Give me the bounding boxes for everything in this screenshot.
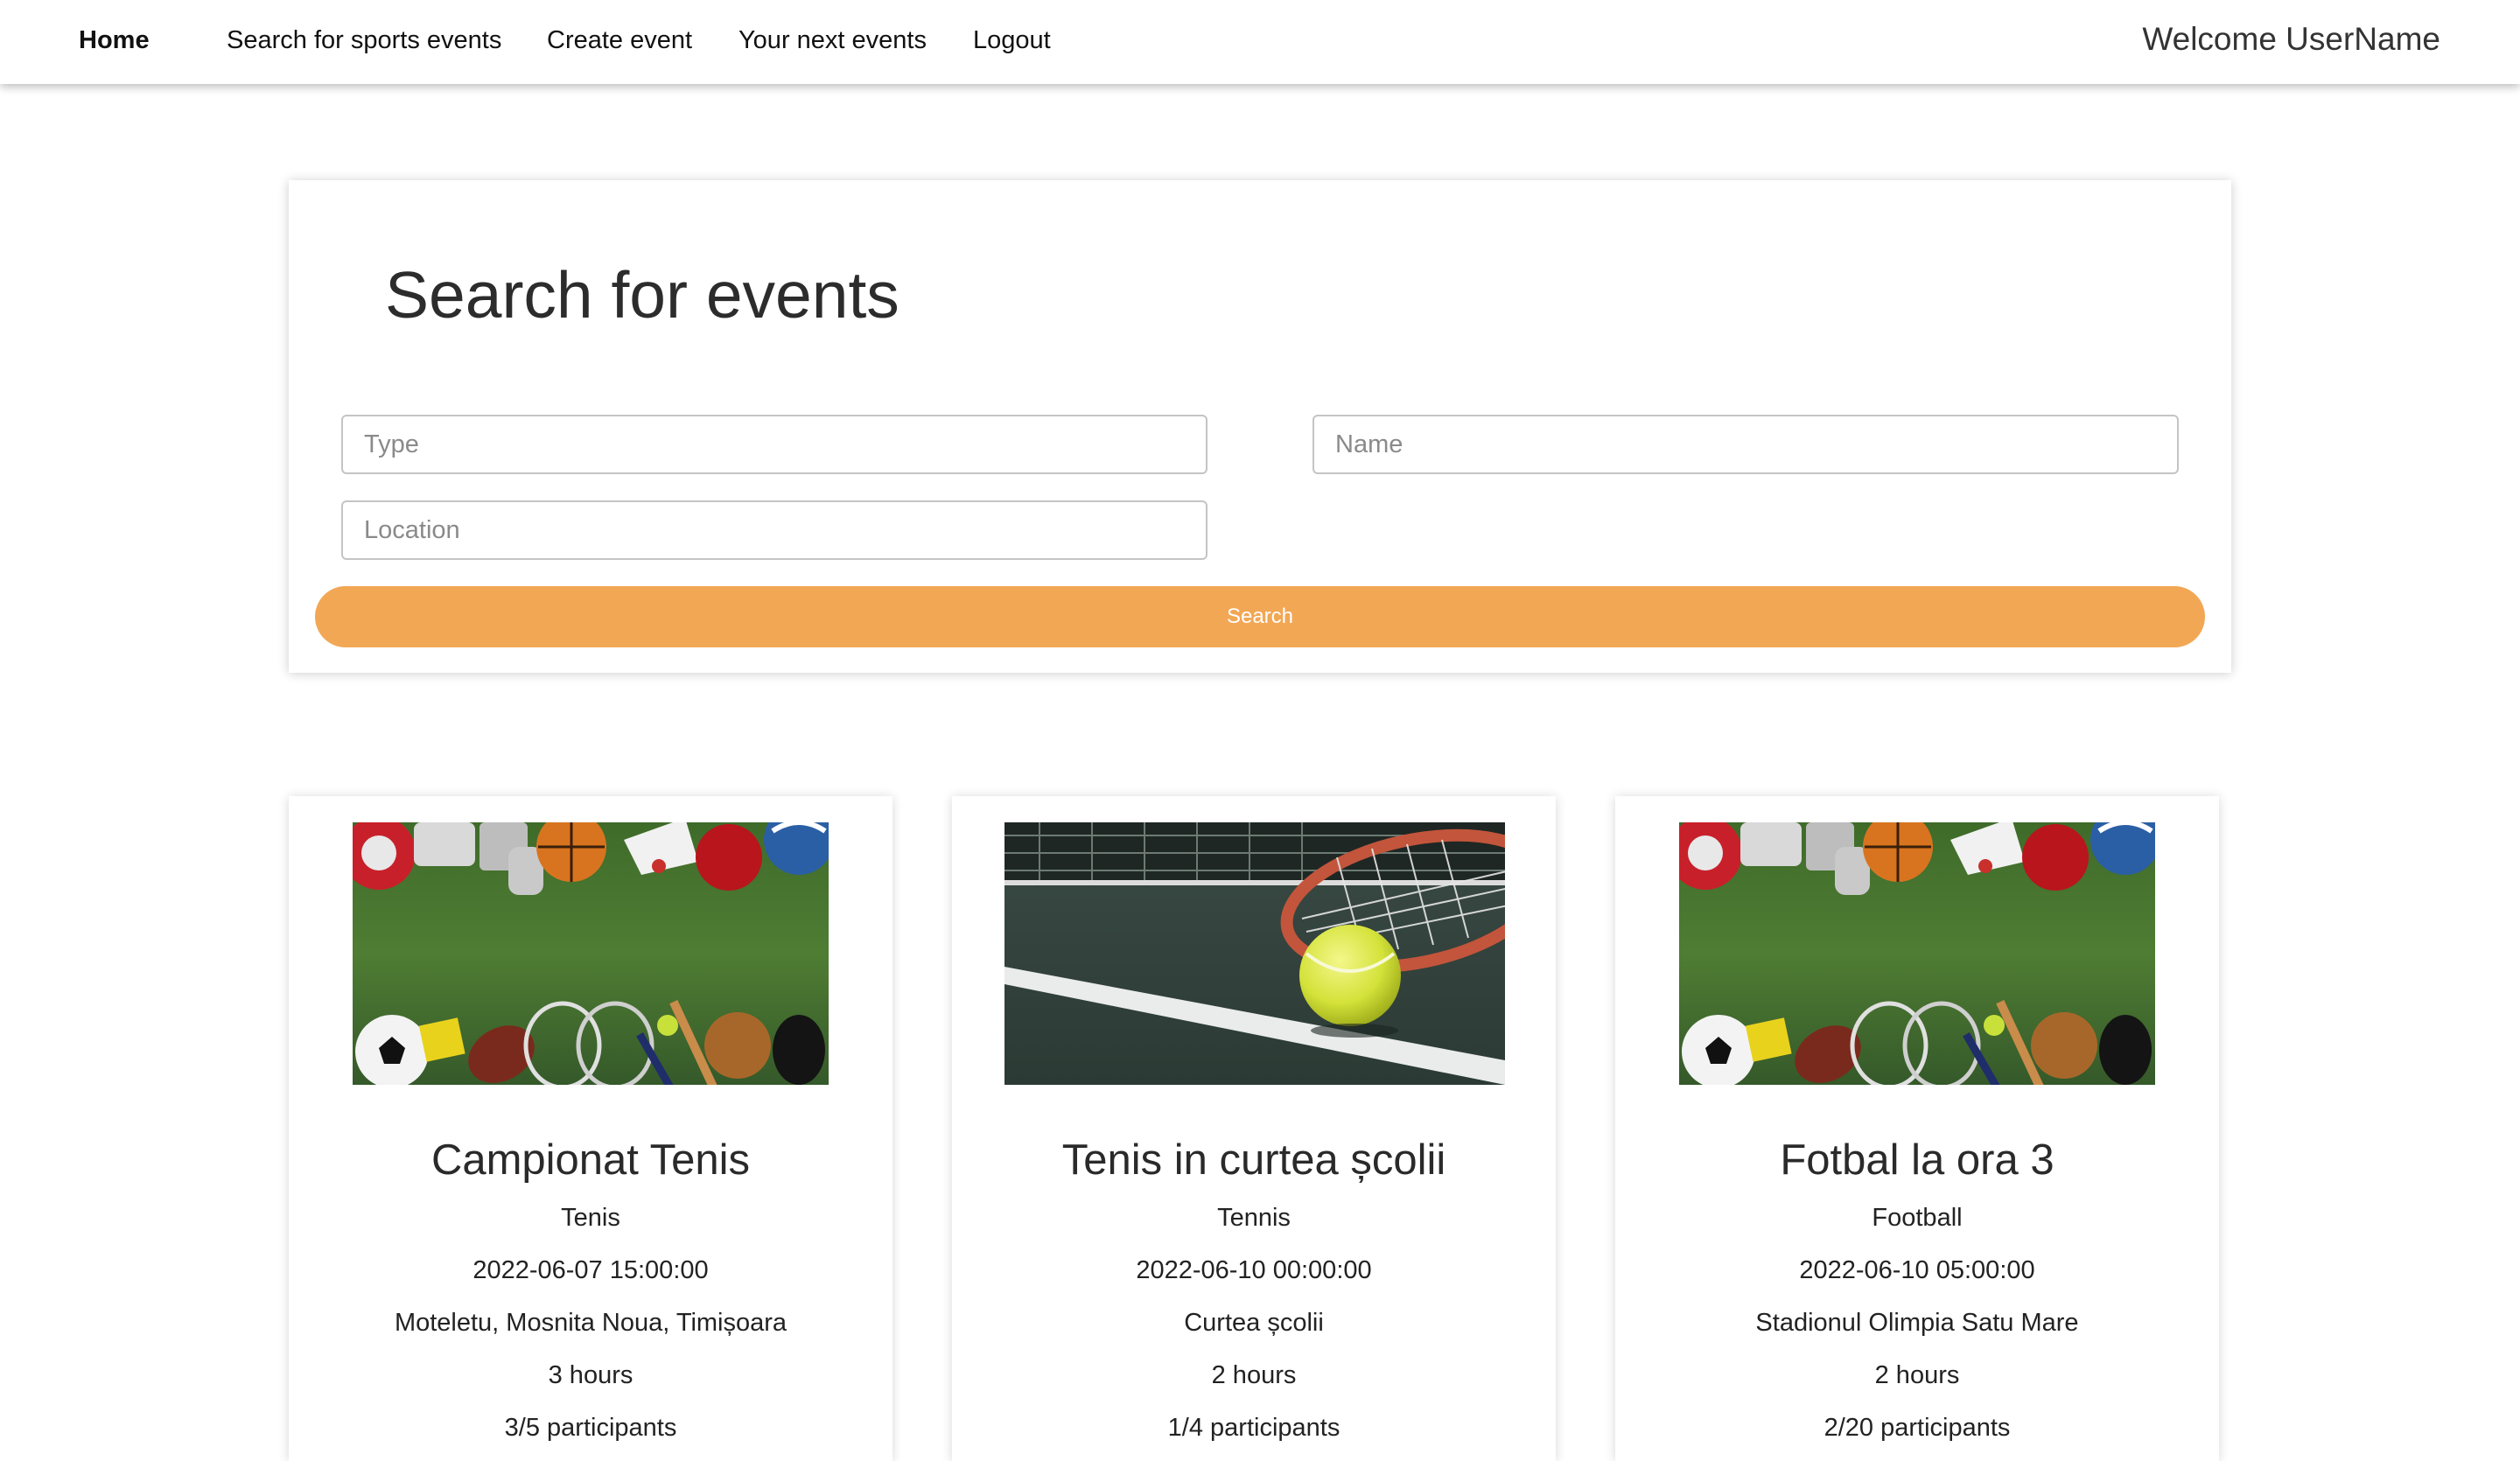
event-location: Curtea școlii [1184,1309,1324,1337]
event-type: Football [1872,1204,1963,1232]
search-title: Search for events [385,258,900,332]
sports-equipment-image [353,822,829,1085]
event-date: 2022-06-10 05:00:00 [1799,1256,2035,1284]
event-title: Fotbal la ora 3 [1780,1136,2054,1184]
event-type: Tenis [561,1204,620,1232]
search-panel: Search for events Search [289,180,2231,673]
event-duration: 3 hours [548,1361,634,1389]
name-input[interactable] [1312,415,2179,474]
nav-home-link[interactable]: Home [79,26,150,55]
nav-your-next-events-link[interactable]: Your next events [738,26,927,55]
event-card[interactable]: Fotbal la ora 3 Football 2022-06-10 05:0… [1615,796,2219,1461]
nav-search-sports-events-link[interactable]: Search for sports events [227,26,501,55]
event-duration: 2 hours [1874,1361,1960,1389]
location-input[interactable] [341,500,1208,560]
event-title: Campionat Tenis [430,1136,751,1184]
event-participants: 2/20 participants [1824,1414,2011,1442]
event-date: 2022-06-07 15:00:00 [472,1256,709,1284]
nav-create-event-link[interactable]: Create event [547,26,692,55]
nav-logout-link[interactable]: Logout [973,26,1051,55]
event-duration: 2 hours [1211,1361,1297,1389]
event-card[interactable]: Tenis in curtea școlii Tennis 2022-06-10… [952,796,1556,1461]
top-navbar: Home Search for sports events Create eve… [0,0,2520,84]
event-participants: 1/4 participants [1167,1414,1340,1442]
welcome-user-text: Welcome UserName [2142,21,2440,57]
event-participants: 3/5 participants [504,1414,677,1442]
event-date: 2022-06-10 00:00:00 [1136,1256,1372,1284]
event-card[interactable]: Campionat Tenis Tenis 2022-06-07 15:00:0… [289,796,892,1461]
tennis-image [1004,822,1505,1085]
search-button[interactable]: Search [315,586,2205,647]
type-input[interactable] [341,415,1208,474]
event-type: Tennis [1217,1204,1291,1232]
event-title: Tenis in curtea școlii [1061,1136,1446,1184]
event-location: Moteletu, Mosnita Noua, Timișoara [394,1309,788,1337]
sports-equipment-image [1679,822,2155,1085]
event-location: Stadionul Olimpia Satu Mare [1755,1309,2079,1337]
